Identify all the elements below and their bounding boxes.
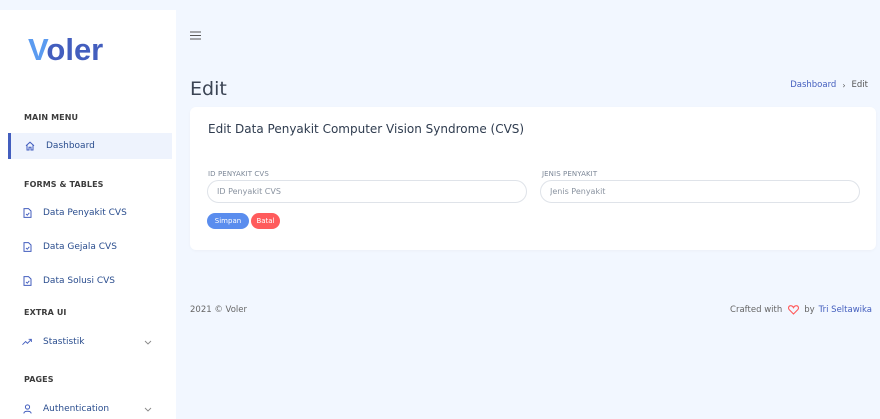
sidebar-item-stastistik[interactable]: Stastistik <box>6 329 170 355</box>
breadcrumb-separator: › <box>842 80 846 90</box>
sidebar-item-data-gejala[interactable]: Data Gejala CVS <box>6 234 170 260</box>
document-icon <box>22 242 32 252</box>
menu-title-pages: PAGES <box>24 375 54 384</box>
save-button[interactable]: Simpan <box>207 213 249 229</box>
sidebar-item-label: Data Penyakit CVS <box>43 208 127 218</box>
jenis-penyakit-input[interactable] <box>540 180 860 203</box>
sidebar-item-label: Dashboard <box>46 141 95 151</box>
author-link[interactable]: Tri Seltawika <box>819 305 872 315</box>
sidebar-item-data-solusi[interactable]: Data Solusi CVS <box>6 268 170 294</box>
page-title: Edit <box>190 78 227 100</box>
sidebar-item-label: Stastistik <box>43 337 85 347</box>
user-icon <box>22 404 32 414</box>
breadcrumb-dashboard-link[interactable]: Dashboard <box>790 80 836 90</box>
chevron-down-icon[interactable] <box>144 338 152 348</box>
sidebar-item-authentication[interactable]: Authentication <box>6 396 170 419</box>
card-title: Edit Data Penyakit Computer Vision Syndr… <box>208 122 525 136</box>
trending-up-icon <box>22 337 32 347</box>
menu-title-extra: EXTRA UI <box>24 308 67 317</box>
heart-icon <box>788 305 800 315</box>
menu-title-forms: FORMS & TABLES <box>24 180 104 189</box>
breadcrumb: Dashboard › Edit <box>790 80 868 90</box>
menu-title-main: MAIN MENU <box>24 113 79 122</box>
chevron-down-icon[interactable] <box>144 405 152 415</box>
cancel-button[interactable]: Batal <box>251 213 280 229</box>
document-icon <box>22 208 32 218</box>
crafted-by-text: by <box>804 305 815 315</box>
sidebar-item-data-penyakit[interactable]: Data Penyakit CVS <box>6 200 170 226</box>
id-penyakit-input[interactable] <box>207 180 527 203</box>
sidebar-item-label: Data Solusi CVS <box>43 276 115 286</box>
breadcrumb-current: Edit <box>851 80 868 90</box>
sidebar-item-dashboard[interactable]: Dashboard <box>8 133 172 159</box>
hamburger-icon[interactable] <box>190 25 201 44</box>
edit-form-card: Edit Data Penyakit Computer Vision Syndr… <box>190 107 876 250</box>
sidebar-item-label: Authentication <box>43 404 110 414</box>
document-icon <box>22 276 32 286</box>
footer-credits: Crafted with by Tri Seltawika <box>730 305 872 315</box>
logo[interactable]: Voler <box>28 32 103 68</box>
sidebar: Voler MAIN MENU Dashboard FORMS & TABLES… <box>0 10 176 419</box>
home-icon <box>25 141 35 151</box>
crafted-with-text: Crafted with <box>730 305 783 315</box>
id-penyakit-label: ID PENYAKIT CVS <box>208 170 269 178</box>
sidebar-item-label: Data Gejala CVS <box>43 242 117 252</box>
jenis-penyakit-label: JENIS PENYAKIT <box>542 170 598 178</box>
footer-copyright: 2021 © Voler <box>190 305 247 315</box>
